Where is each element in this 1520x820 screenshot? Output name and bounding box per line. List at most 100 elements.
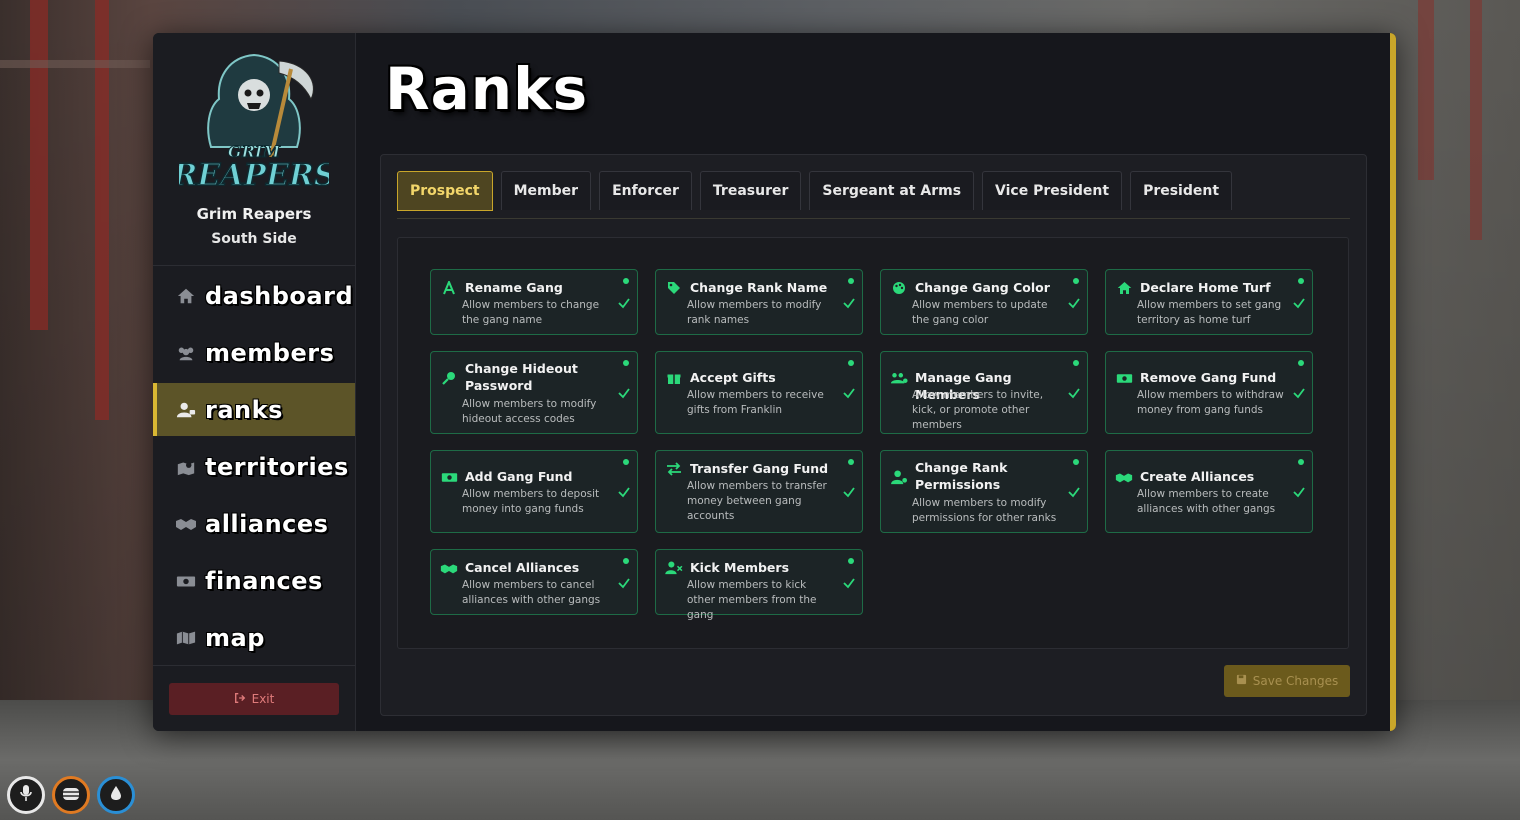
handshake-icon — [1115, 468, 1133, 486]
status-dot — [848, 278, 854, 284]
user-cog-icon — [890, 468, 908, 486]
gang-subtitle: South Side — [211, 231, 297, 247]
tab-treasurer[interactable]: Treasurer — [699, 171, 802, 210]
divider — [153, 665, 355, 666]
exit-button[interactable]: Exit — [169, 683, 339, 715]
permission-title: Cancel Alliances — [465, 560, 580, 575]
armor-icon — [62, 786, 80, 805]
sidebar-item-ranks[interactable]: ranks — [153, 383, 355, 436]
key-icon — [440, 369, 458, 387]
permission-remove-gang-fund[interactable]: Remove Gang Fund Allow members to withdr… — [1105, 351, 1313, 434]
permission-cancel-alliances[interactable]: Cancel Alliances Allow members to cancel… — [430, 549, 638, 615]
handshake-icon — [175, 513, 197, 535]
permission-kick-members[interactable]: Kick Members Allow members to kick other… — [655, 549, 863, 621]
permission-manage-gang-members[interactable]: Manage Gang Members Allow members to inv… — [880, 351, 1088, 434]
permission-transfer-gang-fund[interactable]: Transfer Gang Fund Allow members to tran… — [655, 450, 863, 533]
save-changes-button[interactable]: Save Changes — [1224, 665, 1350, 697]
svg-text:REAPERS: REAPERS — [179, 158, 329, 193]
tab-enforcer[interactable]: Enforcer — [599, 171, 692, 210]
water-drop-icon — [110, 785, 122, 805]
permission-description: Allow members to transfer money between … — [687, 480, 827, 522]
tab-prospect[interactable]: Prospect — [397, 171, 493, 211]
tab-divider — [397, 218, 1350, 219]
scrollbar[interactable] — [1390, 33, 1396, 731]
permission-declare-home-turf[interactable]: Declare Home Turf Allow members to set g… — [1105, 269, 1313, 335]
permission-title: Declare Home Turf — [1140, 280, 1271, 295]
exit-label: Exit — [251, 692, 275, 706]
permission-accept-gifts[interactable]: Accept Gifts Allow members to receive gi… — [655, 351, 863, 434]
tab-sergeant-at-arms[interactable]: Sergeant at Arms — [809, 171, 975, 210]
permission-title: Change Rank Permissions — [915, 460, 1008, 492]
status-dot — [848, 459, 854, 465]
check-icon — [843, 388, 855, 399]
users-cog-icon — [890, 369, 908, 387]
sidebar-item-finances[interactable]: finances — [153, 554, 355, 607]
sidebar-item-label: ranks — [205, 395, 283, 424]
tab-president[interactable]: President — [1130, 171, 1233, 210]
microphone-icon — [19, 784, 33, 806]
sidebar-item-map[interactable]: map — [153, 611, 355, 664]
home-icon — [1115, 279, 1133, 297]
permission-description: Allow members to create alliances with o… — [1137, 488, 1276, 515]
handshake-slash-icon — [440, 559, 458, 577]
background-beam — [30, 0, 48, 330]
permission-description: Allow members to update the gang color — [912, 299, 1048, 326]
sidebar-item-label: members — [205, 338, 335, 367]
check-icon — [1068, 487, 1080, 498]
permission-title: Change Hideout Password — [465, 361, 578, 393]
gift-icon — [665, 369, 683, 387]
gang-menu-panel: GRIM REAPERS Grim Reapers South Side das… — [153, 33, 1396, 731]
check-icon — [1068, 388, 1080, 399]
permission-create-alliances[interactable]: Create Alliances Allow members to create… — [1105, 450, 1313, 533]
status-dot — [1073, 360, 1079, 366]
exchange-icon — [665, 460, 683, 478]
permission-change-rank-name[interactable]: Change Rank Name Allow members to modify… — [655, 269, 863, 335]
status-dot — [1298, 278, 1304, 284]
status-dot — [1298, 459, 1304, 465]
divider — [153, 265, 355, 266]
permission-description: Allow members to kick other members from… — [687, 579, 817, 621]
permission-add-gang-fund[interactable]: Add Gang Fund Allow members to deposit m… — [430, 450, 638, 533]
check-icon — [1293, 298, 1305, 309]
permission-title: Change Rank Name — [690, 280, 828, 295]
check-icon — [618, 487, 630, 498]
map-marker-icon — [175, 456, 197, 478]
background-beam — [1418, 0, 1434, 180]
status-dot — [1073, 278, 1079, 284]
sign-out-icon — [234, 692, 246, 707]
permission-title: Create Alliances — [1140, 469, 1255, 484]
tab-vice-president[interactable]: Vice President — [982, 171, 1123, 210]
status-dot — [848, 558, 854, 564]
permission-title: Transfer Gang Fund — [690, 461, 829, 476]
permission-title: Kick Members — [690, 560, 790, 575]
permission-title: Remove Gang Fund — [1140, 370, 1277, 385]
save-icon — [1236, 674, 1247, 688]
permission-rename-gang[interactable]: Rename Gang Allow members to change the … — [430, 269, 638, 335]
permission-description: Allow members to receive gifts from Fran… — [687, 389, 824, 416]
check-icon — [1068, 298, 1080, 309]
page-title: Ranks — [385, 55, 589, 123]
status-dot — [623, 459, 629, 465]
permission-description: Allow members to withdraw money from gan… — [1137, 389, 1284, 416]
permission-change-hideout-password[interactable]: Change Hideout Password Allow members to… — [430, 351, 638, 434]
sidebar-item-label: dashboard — [205, 281, 354, 310]
permission-change-gang-color[interactable]: Change Gang Color Allow members to updat… — [880, 269, 1088, 335]
sidebar-item-territories[interactable]: territories — [153, 440, 355, 493]
sidebar-item-dashboard[interactable]: dashboard — [153, 269, 355, 322]
background-beam — [1470, 0, 1482, 240]
permissions-grid: Rename Gang Allow members to change the … — [397, 237, 1349, 649]
money-icon — [440, 468, 458, 486]
status-dot — [1073, 459, 1079, 465]
user-times-icon — [665, 559, 683, 577]
tab-member[interactable]: Member — [500, 171, 592, 210]
money-icon — [175, 570, 197, 592]
sidebar-item-alliances[interactable]: alliances — [153, 497, 355, 550]
check-icon — [843, 298, 855, 309]
check-icon — [1293, 487, 1305, 498]
check-icon — [843, 487, 855, 498]
permission-description: Allow members to change the gang name — [462, 299, 600, 326]
permission-change-rank-permissions[interactable]: Change Rank Permissions Allow members to… — [880, 450, 1088, 533]
permission-title: Add Gang Fund — [465, 469, 573, 484]
rank-tabs: Prospect Member Enforcer Treasurer Serge… — [397, 171, 1233, 211]
sidebar-item-members[interactable]: members — [153, 326, 355, 379]
